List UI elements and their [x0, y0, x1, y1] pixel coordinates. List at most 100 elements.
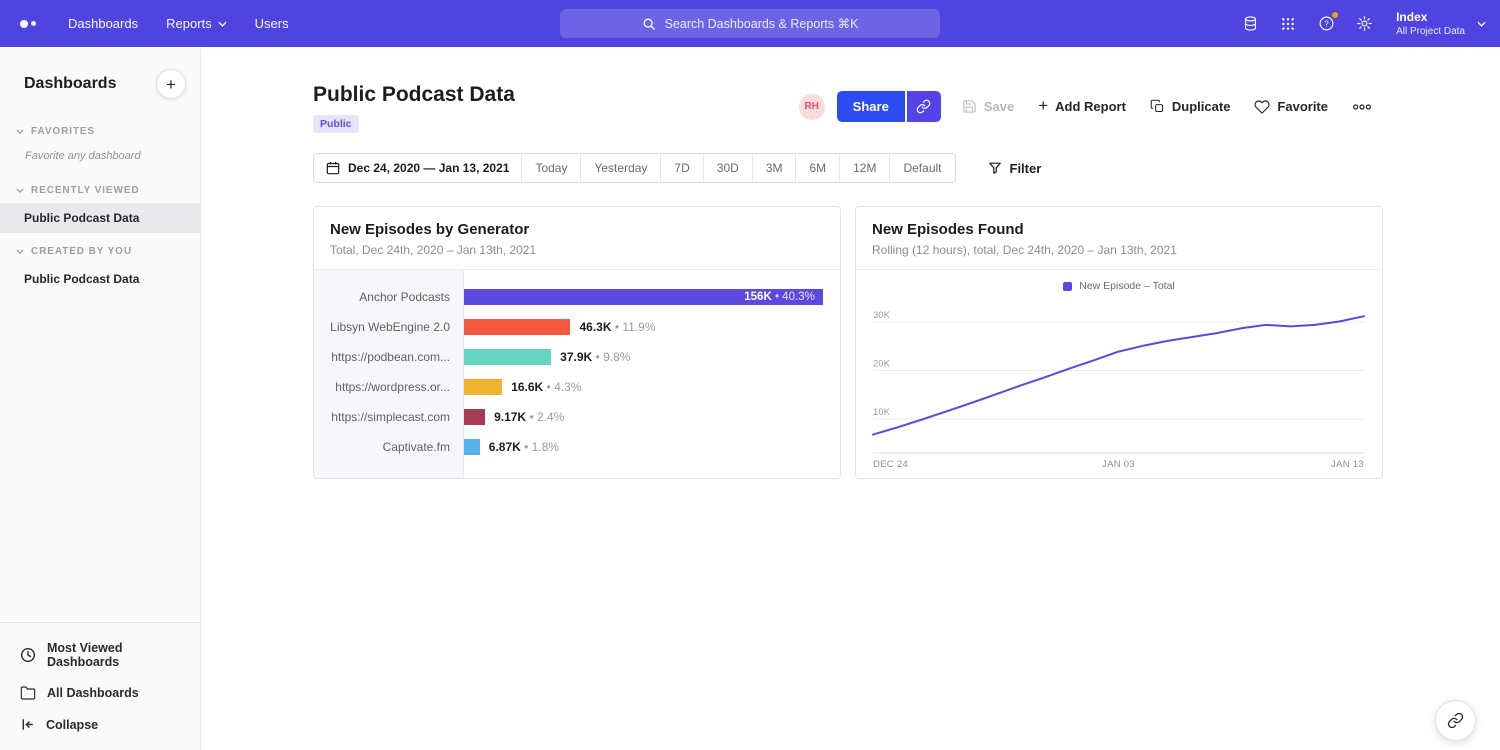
copy-icon	[1150, 99, 1165, 114]
section-recently-viewed-header[interactable]: RECENTLY VIEWED	[0, 176, 200, 203]
bar[interactable]	[464, 319, 570, 335]
main-content: Public Podcast Data Public RH Share	[201, 47, 1500, 750]
card-title: New Episodes by Generator	[330, 221, 824, 238]
date-range-control: Dec 24, 2020 — Jan 13, 2021 Today Yester…	[313, 153, 956, 183]
bar-value-label: 6.87K • 1.8%	[489, 440, 559, 454]
bar[interactable]	[464, 379, 502, 395]
svg-text:DEC 24: DEC 24	[873, 459, 908, 470]
card-title: New Episodes Found	[872, 221, 1366, 238]
plus-icon: +	[1038, 97, 1048, 114]
heart-icon	[1254, 99, 1270, 115]
bar[interactable]	[464, 439, 480, 455]
most-viewed-dashboards[interactable]: Most Viewed Dashboards	[0, 633, 200, 677]
duplicate-label: Duplicate	[1172, 99, 1231, 114]
bar[interactable]	[464, 349, 551, 365]
link-icon	[1447, 712, 1464, 729]
add-report-button[interactable]: + Add Report	[1027, 93, 1137, 120]
project-text: Index All Project Data	[1396, 10, 1465, 37]
duplicate-button[interactable]: Duplicate	[1139, 93, 1242, 120]
search-icon	[642, 17, 656, 31]
chevron-down-icon	[16, 188, 24, 193]
folder-icon	[20, 685, 36, 701]
app-logo[interactable]	[10, 7, 46, 41]
nav-right: ? Index All Project Data	[1232, 7, 1486, 41]
project-subtitle: All Project Data	[1396, 26, 1465, 37]
collapse-sidebar[interactable]: Collapse	[0, 709, 200, 740]
save-button[interactable]: Save	[951, 93, 1025, 120]
preset-30d[interactable]: 30D	[703, 154, 752, 182]
help-icon[interactable]: ?	[1308, 7, 1344, 41]
bar-chart: Anchor Podcasts156K • 40.3%Libsyn WebEng…	[314, 270, 840, 479]
legend-swatch	[1063, 282, 1072, 291]
data-connections-icon[interactable]	[1232, 7, 1268, 41]
link-icon	[916, 99, 931, 114]
bar-chart-card: New Episodes by Generator Total, Dec 24t…	[313, 206, 841, 479]
preset-12m[interactable]: 12M	[839, 154, 889, 182]
footer-item-label: Collapse	[46, 718, 98, 732]
top-navbar: Dashboards Reports Users Search Dashboar…	[0, 0, 1500, 47]
bar-row: Libsyn WebEngine 2.046.3K • 11.9%	[314, 312, 840, 342]
favorite-button[interactable]: Favorite	[1243, 93, 1339, 121]
project-selector[interactable]: Index All Project Data	[1396, 10, 1486, 37]
share-button[interactable]: Share	[837, 91, 905, 122]
all-dashboards[interactable]: All Dashboards	[0, 677, 200, 709]
nav-reports[interactable]: Reports	[152, 8, 241, 39]
favorite-label: Favorite	[1277, 99, 1328, 114]
card-subtitle: Total, Dec 24th, 2020 – Jan 13th, 2021	[330, 243, 824, 257]
bar-category-label: Anchor Podcasts	[314, 290, 464, 304]
bar-category-label: https://podbean.com...	[314, 350, 464, 364]
chevron-down-icon	[16, 249, 24, 254]
section-favorites-header[interactable]: FAVORITES	[0, 117, 200, 144]
line-chart-body: New Episode – Total 30K20K10KDEC 24JAN 0…	[856, 270, 1382, 476]
preset-today[interactable]: Today	[521, 154, 580, 182]
chevron-down-icon	[16, 129, 24, 134]
bar-value-label: 9.17K • 2.4%	[494, 410, 564, 424]
card-header: New Episodes Found Rolling (12 hours), t…	[856, 207, 1382, 270]
date-range-button[interactable]: Dec 24, 2020 — Jan 13, 2021	[314, 154, 521, 182]
preset-6m[interactable]: 6M	[795, 154, 839, 182]
svg-text:10K: 10K	[873, 407, 891, 418]
svg-text:30K: 30K	[873, 310, 891, 321]
add-report-label: Add Report	[1055, 99, 1126, 114]
card-subtitle: Rolling (12 hours), total, Dec 24th, 202…	[872, 243, 1366, 257]
primary-nav: Dashboards Reports Users	[54, 8, 303, 39]
preset-7d[interactable]: 7D	[660, 154, 702, 182]
save-icon	[962, 99, 977, 114]
nav-dashboards[interactable]: Dashboards	[54, 8, 152, 39]
preset-default[interactable]: Default	[889, 154, 954, 182]
sidebar-item-public-podcast-data[interactable]: Public Podcast Data	[0, 203, 200, 233]
preset-yesterday[interactable]: Yesterday	[580, 154, 660, 182]
chevron-down-icon	[218, 21, 227, 27]
section-created-by-you-header[interactable]: CREATED BY YOU	[0, 237, 200, 264]
filter-icon	[988, 161, 1002, 175]
more-options-button[interactable]	[1341, 96, 1383, 118]
bar[interactable]: 156K • 40.3%	[464, 289, 823, 305]
filter-button[interactable]: Filter	[982, 160, 1048, 177]
bar-row: https://simplecast.com9.17K • 2.4%	[314, 402, 840, 432]
share-link-button[interactable]	[907, 91, 941, 122]
sidebar-item-public-podcast-data[interactable]: Public Podcast Data	[0, 264, 200, 294]
avatar[interactable]: RH	[799, 94, 825, 120]
share-link-fab[interactable]	[1435, 700, 1476, 741]
logo-dot	[31, 21, 36, 26]
page-title: Public Podcast Data	[313, 83, 515, 107]
bar-row: Anchor Podcasts156K • 40.3%	[314, 282, 840, 312]
add-dashboard-button[interactable]: +	[156, 69, 186, 99]
svg-text:?: ?	[1324, 19, 1329, 28]
preset-3m[interactable]: 3M	[752, 154, 796, 182]
bar-category-label: Captivate.fm	[314, 440, 464, 454]
bar-value-label: 16.6K • 4.3%	[511, 380, 581, 394]
line-chart: 30K20K10KDEC 24JAN 03JAN 13	[871, 301, 1366, 471]
apps-grid-icon[interactable]	[1270, 7, 1306, 41]
bar-value-label: 46.3K • 11.9%	[579, 320, 655, 334]
calendar-icon	[326, 161, 340, 175]
bar-row: Captivate.fm 6.87K • 1.8%	[314, 432, 840, 462]
search-input[interactable]: Search Dashboards & Reports ⌘K	[560, 9, 940, 38]
report-cards: New Episodes by Generator Total, Dec 24t…	[313, 206, 1383, 479]
gear-icon[interactable]	[1346, 7, 1382, 41]
bar[interactable]	[464, 409, 485, 425]
footer-item-label: Most Viewed Dashboards	[47, 641, 184, 669]
nav-users[interactable]: Users	[241, 8, 303, 39]
section-recently-viewed: RECENTLY VIEWED Public Podcast Data	[0, 176, 200, 233]
nav-reports-label: Reports	[166, 16, 212, 31]
